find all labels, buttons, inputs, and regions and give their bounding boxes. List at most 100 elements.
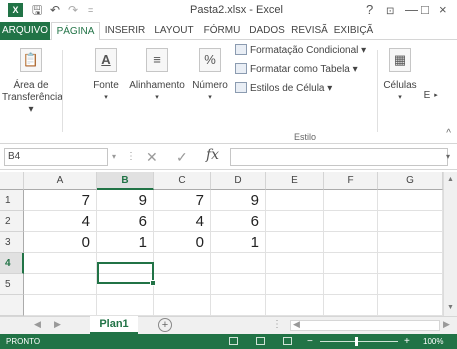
help-button[interactable]: ?	[366, 2, 373, 18]
empty-cell[interactable]	[266, 274, 324, 295]
tab-exibicao[interactable]: EXIBIÇÃ	[331, 22, 376, 40]
zoom-slider[interactable]	[320, 341, 398, 342]
empty-cell[interactable]	[266, 190, 324, 211]
collapse-ribbon-icon[interactable]: ^	[446, 128, 451, 139]
name-box-dropdown-icon[interactable]: ▾	[112, 148, 116, 166]
tab-splitter-icon[interactable]: ⋮	[272, 319, 282, 330]
column-header-e[interactable]: E	[266, 172, 324, 190]
empty-cell[interactable]	[154, 253, 211, 274]
cell-d3[interactable]: 1	[211, 232, 266, 253]
ribbon-scroll-right-icon[interactable]: ▸	[432, 90, 440, 102]
empty-cell[interactable]	[266, 211, 324, 232]
empty-cell[interactable]	[266, 232, 324, 253]
empty-cell[interactable]	[324, 232, 378, 253]
insert-function-icon[interactable]: fx	[206, 147, 219, 163]
cell-a2[interactable]: 4	[24, 211, 97, 232]
row-header-2[interactable]: 2	[0, 211, 24, 232]
alignment-button[interactable]: ≡ Alinhamento ▾	[128, 48, 186, 104]
redo-icon[interactable]: ↷	[68, 3, 78, 17]
empty-cell[interactable]	[24, 253, 97, 274]
number-button[interactable]: % Número ▾	[190, 48, 230, 104]
active-cell-b4[interactable]	[97, 262, 154, 284]
empty-cell[interactable]	[211, 295, 266, 316]
cells-button[interactable]: ▦ Células ▾	[380, 48, 420, 104]
enter-icon[interactable]: ✓	[176, 148, 188, 166]
vertical-scrollbar[interactable]: ▲ ▼	[443, 172, 457, 316]
tab-formulas[interactable]: FÓRMU	[198, 22, 246, 40]
zoom-slider-knob[interactable]	[355, 337, 358, 346]
minimize-button[interactable]: —	[405, 2, 418, 18]
cell-c3[interactable]: 0	[154, 232, 211, 253]
cell-c2[interactable]: 4	[154, 211, 211, 232]
scroll-up-icon[interactable]: ▲	[447, 176, 454, 183]
scroll-down-icon[interactable]: ▼	[447, 304, 454, 311]
select-all-corner[interactable]	[0, 172, 24, 190]
scroll-left-icon[interactable]: ◀	[293, 319, 300, 330]
tab-pagina[interactable]: PÁGINA	[51, 22, 100, 41]
page-break-view-icon[interactable]	[283, 337, 292, 345]
row-header-partial[interactable]	[0, 295, 24, 316]
empty-cell[interactable]	[154, 295, 211, 316]
undo-icon[interactable]: ↶	[50, 3, 60, 17]
empty-cell[interactable]	[378, 211, 443, 232]
empty-cell[interactable]	[324, 190, 378, 211]
zoom-out-button[interactable]: −	[307, 334, 313, 349]
font-button[interactable]: A Fonte ▾	[88, 48, 124, 104]
cell-b3[interactable]: 1	[97, 232, 154, 253]
empty-cell[interactable]	[24, 274, 97, 295]
page-layout-view-icon[interactable]	[256, 337, 265, 345]
horizontal-scrollbar[interactable]	[290, 320, 440, 331]
zoom-in-button[interactable]: +	[404, 334, 410, 349]
column-header-a[interactable]: A	[24, 172, 97, 190]
empty-cell[interactable]	[378, 253, 443, 274]
column-header-f[interactable]: F	[324, 172, 378, 190]
next-sheet-icon[interactable]: ▶	[54, 319, 61, 330]
column-header-b[interactable]: B	[97, 172, 154, 190]
tab-inserir[interactable]: INSERIR	[100, 22, 150, 40]
normal-view-icon[interactable]	[229, 337, 238, 345]
empty-cell[interactable]	[324, 211, 378, 232]
cell-d1[interactable]: 9	[211, 190, 266, 211]
tab-layout[interactable]: LAYOUT	[150, 22, 198, 40]
prev-sheet-icon[interactable]: ◀	[34, 319, 41, 330]
empty-cell[interactable]	[266, 295, 324, 316]
empty-cell[interactable]	[378, 274, 443, 295]
editing-button[interactable]: E	[422, 90, 432, 102]
empty-cell[interactable]	[378, 232, 443, 253]
cell-d2[interactable]: 6	[211, 211, 266, 232]
add-sheet-icon[interactable]: +	[158, 318, 172, 332]
row-header-5[interactable]: 5	[0, 274, 24, 295]
clipboard-button[interactable]: 📋 Área de Transferência ▾	[2, 48, 63, 116]
cell-b2[interactable]: 6	[97, 211, 154, 232]
cell-c1[interactable]: 7	[154, 190, 211, 211]
scroll-right-icon[interactable]: ▶	[443, 319, 450, 330]
tab-revisao[interactable]: REVISÃ	[288, 22, 331, 40]
empty-cell[interactable]	[97, 295, 154, 316]
empty-cell[interactable]	[378, 190, 443, 211]
empty-cell[interactable]	[324, 274, 378, 295]
tab-dados[interactable]: DADOS	[246, 22, 288, 40]
empty-cell[interactable]	[324, 295, 378, 316]
restore-button[interactable]: □	[421, 2, 429, 18]
column-header-d[interactable]: D	[211, 172, 266, 190]
empty-cell[interactable]	[211, 253, 266, 274]
empty-cell[interactable]	[266, 253, 324, 274]
cell-b1[interactable]: 9	[97, 190, 154, 211]
expand-formula-bar-icon[interactable]: ▾	[446, 148, 450, 166]
empty-cell[interactable]	[324, 253, 378, 274]
close-button[interactable]: ×	[439, 2, 447, 18]
save-icon[interactable]: 🖫	[32, 3, 42, 17]
empty-cell[interactable]	[154, 274, 211, 295]
customize-quick-access-icon[interactable]: =	[88, 3, 93, 17]
fill-handle[interactable]	[150, 280, 156, 286]
sheet-tab-plan1[interactable]: Plan1	[90, 316, 138, 334]
name-box[interactable]: B4	[4, 148, 108, 166]
row-header-3[interactable]: 3	[0, 232, 24, 253]
column-header-g[interactable]: G	[378, 172, 443, 190]
row-header-1[interactable]: 1	[0, 190, 24, 211]
empty-cell[interactable]	[24, 295, 97, 316]
cell-a3[interactable]: 0	[24, 232, 97, 253]
cell-a1[interactable]: 7	[24, 190, 97, 211]
column-header-c[interactable]: C	[154, 172, 211, 190]
row-header-4[interactable]: 4	[0, 253, 24, 274]
